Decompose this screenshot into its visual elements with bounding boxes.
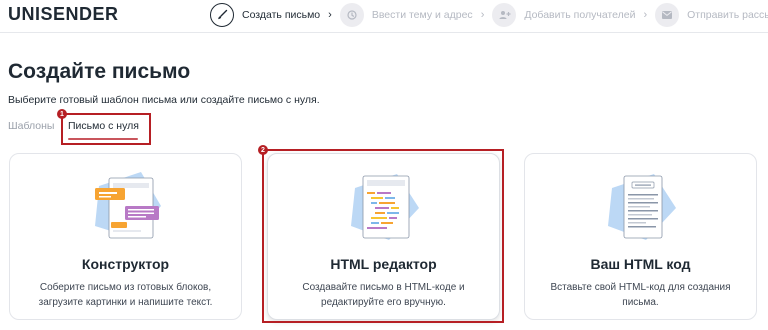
mail-icon <box>655 3 680 27</box>
wizard-steps: Создать письмо › Ввести тему и адрес › Д… <box>210 2 768 28</box>
constructor-illustration <box>94 172 161 239</box>
card-description: Соберите письмо из готовых блоков, загру… <box>38 282 213 308</box>
step-create-letter[interactable]: Создать письмо <box>210 3 320 27</box>
page-subtitle: Выберите готовый шаблон письма или созда… <box>8 94 320 106</box>
step-label: Добавить получателей <box>524 9 636 21</box>
chevron-right-icon: › <box>643 9 648 21</box>
annotation-badge: 2 <box>258 145 268 155</box>
step-send-campaign[interactable]: Отправить рассылку <box>655 3 768 27</box>
header-divider <box>0 32 768 33</box>
card-title: Конструктор <box>81 256 170 272</box>
step-label: Ввести тему и адрес <box>371 9 473 21</box>
step-label: Отправить рассылку <box>687 9 768 21</box>
step-label: Создать письмо <box>242 9 321 21</box>
tab-templates[interactable]: Шаблоны <box>8 120 54 132</box>
logo[interactable]: UNISENDER <box>8 4 119 25</box>
history-icon <box>339 3 364 27</box>
step-subject-address[interactable]: Ввести тему и адрес <box>339 3 473 27</box>
page-title: Создайте письмо <box>8 60 191 83</box>
card-your-html-code[interactable]: Ваш HTML код Вставьте свой HTML-код для … <box>524 153 757 320</box>
html-code-illustration <box>607 174 676 240</box>
brush-icon <box>210 3 234 27</box>
chevron-right-icon: › <box>328 9 332 21</box>
card-description: Вставьте свой HTML-код для создания пись… <box>550 282 731 308</box>
annotation-badge: 1 <box>57 109 67 119</box>
card-title: Ваш HTML код <box>590 256 691 272</box>
card-constructor[interactable]: Конструктор Соберите письмо из готовых б… <box>9 153 242 320</box>
add-users-icon <box>492 3 517 27</box>
step-add-recipients[interactable]: Добавить получателей <box>492 3 635 27</box>
chevron-right-icon: › <box>480 9 485 21</box>
annotation-highlight-card <box>262 149 504 323</box>
annotation-highlight-tab <box>61 113 151 145</box>
